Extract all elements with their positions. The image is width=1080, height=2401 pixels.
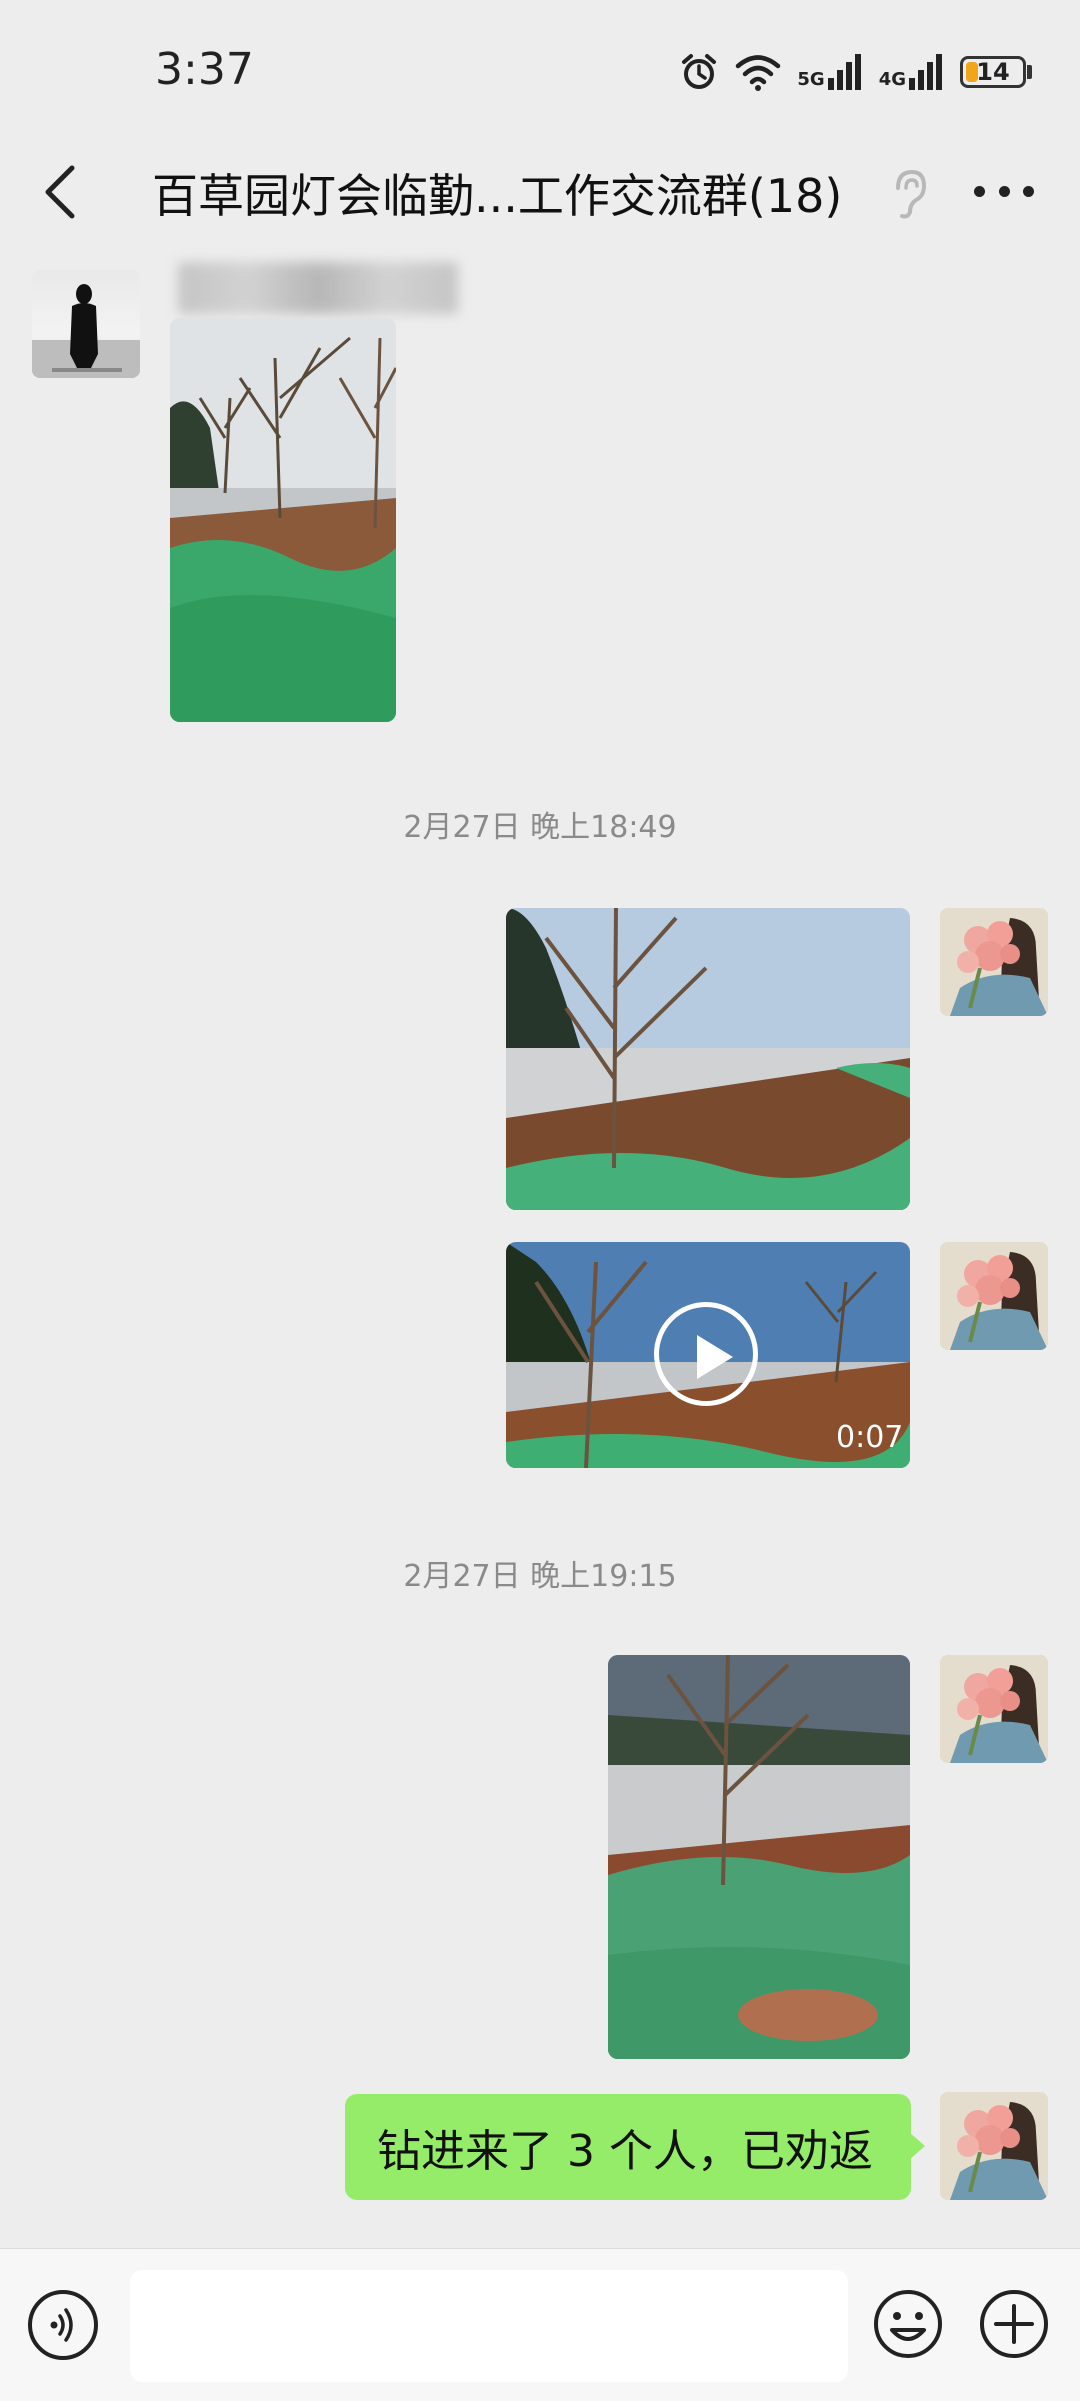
- battery-level: 14: [976, 58, 1010, 86]
- avatar[interactable]: [940, 2092, 1048, 2200]
- avatar[interactable]: [940, 908, 1048, 1016]
- avatar[interactable]: [32, 270, 140, 378]
- bubble-tail: [909, 2132, 925, 2160]
- emoji-icon[interactable]: [872, 2288, 944, 2360]
- signal-icon: 4G: [879, 54, 944, 90]
- voice-icon[interactable]: [28, 2290, 98, 2360]
- image-message[interactable]: [170, 318, 396, 722]
- alarm-icon: [682, 54, 717, 89]
- message-input[interactable]: [130, 2270, 848, 2382]
- message-text: 钻进来了 3 个人，已劝返: [377, 2126, 873, 2177]
- back-icon[interactable]: [36, 160, 86, 224]
- image-message[interactable]: [506, 908, 910, 1210]
- more-icon[interactable]: [974, 186, 1034, 200]
- network-type-label: 4G: [878, 69, 906, 90]
- status-time: 3:37: [155, 44, 254, 95]
- plus-icon[interactable]: [978, 2288, 1050, 2360]
- avatar[interactable]: [940, 1242, 1048, 1350]
- message-timestamp: 2月27日 晚上18:49: [403, 810, 677, 845]
- ear-icon[interactable]: [888, 168, 928, 220]
- image-message[interactable]: [608, 1655, 910, 2059]
- battery-icon: 14: [960, 56, 1032, 88]
- signal-icon: 5G: [797, 54, 862, 90]
- status-icons: 5G 4G 14: [679, 48, 1032, 96]
- play-icon[interactable]: [654, 1302, 758, 1406]
- chat-title: 百草园灯会临勤...工作交流群(18): [152, 169, 843, 223]
- sender-name-blurred: [178, 262, 458, 314]
- message-timestamp: 2月27日 晚上19:15: [403, 1559, 677, 1594]
- network-type-label: 5G: [797, 69, 825, 90]
- video-duration: 0:07: [836, 1420, 904, 1455]
- wifi-icon: [736, 55, 781, 91]
- avatar[interactable]: [940, 1655, 1048, 1763]
- text-message-bubble[interactable]: 钻进来了 3 个人，已劝返: [345, 2094, 911, 2200]
